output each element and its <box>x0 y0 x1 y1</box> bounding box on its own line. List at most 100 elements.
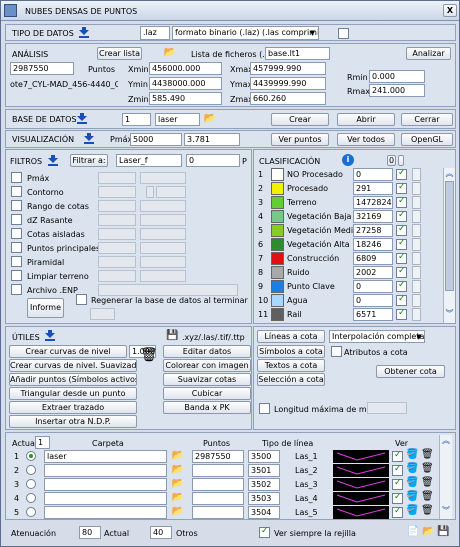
filtro-checkbox[interactable] <box>11 186 22 197</box>
line-preview[interactable] <box>333 492 389 505</box>
bucket-icon[interactable]: 🪣 <box>406 463 418 475</box>
capa-carpeta[interactable] <box>44 492 167 505</box>
filtro-checkbox[interactable] <box>11 284 22 295</box>
trash-icon[interactable]: 🗑 <box>421 463 434 475</box>
cubicar-button[interactable]: Cubicar <box>163 387 251 400</box>
trash-icon[interactable]: 🗑 <box>421 449 434 461</box>
base-name-field[interactable]: laser <box>155 113 200 126</box>
class-visible-checkbox[interactable] <box>396 210 407 222</box>
info-icon[interactable]: i <box>342 154 354 166</box>
anadir-puntos-button[interactable]: Añadir puntos (Símbolos activos) <box>9 373 137 386</box>
capa-code[interactable]: 3504 <box>248 506 280 519</box>
base-num-field[interactable]: 1 <box>122 113 151 126</box>
suavizar-cotas-button[interactable]: Suavizar cotas <box>163 373 251 386</box>
arrow-down-icon[interactable] <box>47 155 59 167</box>
arrow-down-icon[interactable] <box>44 330 56 342</box>
trash-icon[interactable]: 🗑 <box>140 348 158 367</box>
pmax-field[interactable]: 5000 <box>130 133 182 146</box>
capa-radio[interactable] <box>26 451 36 461</box>
folder-open-icon[interactable]: 📂 <box>422 526 434 538</box>
actual-field[interactable]: 1 <box>35 436 50 449</box>
scroll-up-icon[interactable]: ︽ <box>440 435 452 447</box>
interpolacion-select[interactable]: Interpolación completa <box>329 330 425 343</box>
capa-visible-checkbox[interactable] <box>392 478 403 490</box>
capa-carpeta[interactable] <box>44 506 167 519</box>
rejilla-checkbox[interactable] <box>259 526 270 538</box>
crear-curvas-button[interactable]: Crear curvas de nivel <box>9 345 127 358</box>
capas-scrollbar[interactable]: ︽ ︾ <box>439 435 452 519</box>
seleccion-cota-button[interactable]: Selección a cota <box>257 373 325 386</box>
folder-open-icon[interactable]: 📂 <box>171 450 185 462</box>
folder-open-icon[interactable]: 📂 <box>171 464 185 476</box>
class-visible-checkbox[interactable] <box>396 182 407 194</box>
capa-radio[interactable] <box>26 479 36 489</box>
folder-open-icon[interactable]: 📂 <box>163 47 177 59</box>
class-visible-checkbox[interactable] <box>396 252 407 264</box>
filtro-checkbox[interactable] <box>11 214 22 225</box>
filtro-checkbox[interactable] <box>11 256 22 267</box>
class-visible-checkbox[interactable] <box>396 238 407 250</box>
new-file-icon[interactable]: 📄 <box>407 526 419 538</box>
capa-visible-checkbox[interactable] <box>392 464 403 476</box>
bucket-icon[interactable]: 🪣 <box>406 449 418 461</box>
arrow-down-icon[interactable] <box>83 133 95 145</box>
class-visible-checkbox[interactable] <box>396 168 407 180</box>
opengl-button[interactable]: OpenGL <box>401 133 453 146</box>
capa-radio[interactable] <box>26 507 36 517</box>
crear-curvas-suavizada-button[interactable]: Crear curvas de nivel. Suavizada <box>9 359 137 372</box>
trash-icon[interactable]: 🗑 <box>421 491 434 503</box>
lineas-cota-button[interactable]: Líneas a cota <box>257 330 325 343</box>
capa-radio[interactable] <box>26 465 36 475</box>
scroll-down-icon[interactable]: ︾ <box>440 505 452 517</box>
class-color-swatch[interactable] <box>271 252 284 265</box>
class-color-swatch[interactable] <box>271 196 284 209</box>
class-visible-checkbox[interactable] <box>396 224 407 236</box>
filtro-checkbox[interactable] <box>11 228 22 239</box>
folder-open-icon[interactable]: 📂 <box>171 506 185 518</box>
trash-icon[interactable]: 🗑 <box>421 505 434 517</box>
folder-open-icon[interactable]: 📂 <box>171 492 185 504</box>
crear-lista-button[interactable]: Crear lista <box>97 47 142 60</box>
insertar-ndp-button[interactable]: Insertar otra N.D.P. <box>9 415 137 428</box>
chevron-down-icon[interactable]: ▼ <box>307 27 318 39</box>
cerrar-button[interactable]: Cerrar <box>401 113 453 126</box>
chevron-down-icon[interactable]: ▼ <box>414 331 424 343</box>
footer-actual-field[interactable]: 40 <box>150 526 172 539</box>
filtrar-button[interactable]: Filtrar a: <box>70 154 108 167</box>
longitud-checkbox[interactable] <box>259 403 270 414</box>
bucket-icon[interactable]: 🪣 <box>406 477 418 489</box>
trash-icon[interactable]: 🗑 <box>421 477 434 489</box>
bucket-icon[interactable]: 🪣 <box>406 491 418 503</box>
format-select[interactable]: formato binario (.laz) (.las comprimido) <box>172 26 319 40</box>
line-preview[interactable] <box>333 506 389 519</box>
folder-open-icon[interactable]: 📂 <box>203 113 217 125</box>
line-preview[interactable] <box>333 478 389 491</box>
class-visible-checkbox[interactable] <box>396 266 407 278</box>
class-color-swatch[interactable] <box>271 308 284 321</box>
crear-button[interactable]: Crear <box>271 113 329 126</box>
extension-field[interactable]: .laz <box>140 26 170 40</box>
bucket-icon[interactable]: 🪣 <box>406 505 418 517</box>
arrow-down-icon[interactable] <box>76 113 88 125</box>
colorear-imagen-button[interactable]: Colorear con imagen <box>163 359 251 372</box>
clasif-zero-button[interactable]: 0 <box>387 155 396 166</box>
clasif-scrollbar[interactable]: ︽ ︾ <box>443 168 455 323</box>
filtrar-target-field[interactable]: Laser_f <box>116 154 182 167</box>
capa-carpeta[interactable] <box>44 478 167 491</box>
editar-datos-button[interactable]: Editar datos <box>163 345 251 358</box>
capa-code[interactable]: 3502 <box>248 478 280 491</box>
clasif-bar-button[interactable] <box>398 155 404 166</box>
class-color-swatch[interactable] <box>271 266 284 279</box>
class-color-swatch[interactable] <box>271 238 284 251</box>
textos-cota-button[interactable]: Textos a cota <box>257 359 325 372</box>
capa-code[interactable]: 3501 <box>248 464 280 477</box>
class-color-swatch[interactable] <box>271 210 284 223</box>
save-icon[interactable]: 💾 <box>166 330 178 342</box>
capa-visible-checkbox[interactable] <box>392 492 403 504</box>
capa-visible-checkbox[interactable] <box>392 450 403 462</box>
folder-open-icon[interactable]: 📂 <box>171 478 185 490</box>
class-visible-checkbox[interactable] <box>396 280 407 292</box>
abrir-button[interactable]: Abrir <box>337 113 395 126</box>
lista-ficheros-field[interactable]: base.lt1 <box>265 47 330 60</box>
class-color-swatch[interactable] <box>271 294 284 307</box>
